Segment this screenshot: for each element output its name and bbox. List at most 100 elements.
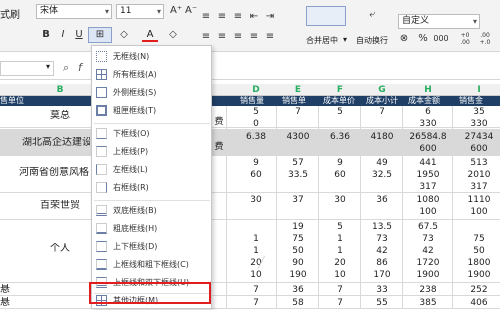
justify-icon[interactable]: ≡: [248, 30, 260, 44]
cell[interactable]: 4300: [283, 131, 313, 143]
cell[interactable]: 5 1 1 20 10: [325, 221, 355, 281]
cell[interactable]: 30: [325, 194, 355, 206]
search-icon[interactable]: ⌕: [63, 61, 69, 75]
header-cell[interactable]: 销售金: [459, 96, 500, 106]
customer-name[interactable]: 百荣世贸: [30, 200, 90, 212]
align-right-icon[interactable]: ≡: [232, 30, 244, 44]
wrap-text-button[interactable]: 自动换行: [356, 35, 388, 46]
cell[interactable]: 37: [283, 194, 313, 206]
customer-name[interactable]: 个人: [30, 243, 90, 255]
grow-font-button[interactable]: A⁺: [170, 4, 182, 18]
cell[interactable]: 1110 100: [460, 194, 498, 218]
menu-item-outside-borders[interactable]: 外侧框线(S): [92, 84, 212, 102]
cell[interactable]: 6.36: [325, 131, 355, 143]
cell[interactable]: 7: [325, 297, 355, 309]
format-painter-label[interactable]: 式刷: [0, 6, 20, 21]
align-left-icon[interactable]: ≡: [200, 30, 212, 44]
menu-item-top-bottom-border[interactable]: 上下框线(D): [92, 238, 212, 256]
customer-name[interactable]: 悬: [0, 284, 14, 296]
cell[interactable]: 33: [367, 284, 397, 296]
cell[interactable]: 5 0: [241, 106, 271, 130]
menu-item-top-thick-bottom-border[interactable]: 上框线和粗下框线(C): [92, 256, 212, 274]
customer-name[interactable]: 河南省创意风格: [18, 167, 90, 179]
menu-item-thick-box-border[interactable]: 粗匣框线(T): [92, 102, 212, 120]
cell-extra[interactable]: 费: [212, 141, 226, 153]
menu-item-all-borders[interactable]: 所有框线(A): [92, 66, 212, 84]
cell[interactable]: 26584.8 600: [409, 131, 447, 155]
customer-name[interactable]: 湖北高企达建设: [22, 137, 90, 149]
header-cell[interactable]: 销售单: [282, 96, 322, 106]
align-middle-icon[interactable]: ≡: [216, 10, 228, 24]
shrink-font-button[interactable]: A⁻: [185, 4, 197, 18]
bold-button[interactable]: B: [40, 28, 52, 42]
column-letter[interactable]: B: [30, 84, 90, 96]
indent-increase-icon[interactable]: ⇥: [264, 10, 276, 24]
wrap-text-icon[interactable]: ⤶: [362, 8, 382, 22]
align-center-icon[interactable]: ≡: [216, 30, 228, 44]
cell[interactable]: 7: [241, 284, 271, 296]
cell[interactable]: 36: [367, 194, 397, 206]
clear-format-button[interactable]: ◇: [165, 28, 181, 42]
thousands-button[interactable]: 000: [432, 32, 450, 46]
header-cell[interactable]: 成本金额: [408, 96, 458, 106]
cell[interactable]: 13.5 73 42 86 170: [367, 221, 397, 281]
cell[interactable]: 75 50 1800 1900: [460, 221, 498, 281]
cell[interactable]: 252: [460, 284, 498, 296]
cell[interactable]: 57 33.5: [283, 157, 313, 181]
cell[interactable]: 1080 100: [409, 194, 447, 218]
merge-dropdown-icon[interactable]: ▾: [343, 35, 347, 44]
cell[interactable]: 7: [325, 284, 355, 296]
distributed-icon[interactable]: ≡: [264, 30, 276, 44]
increase-decimal-button[interactable]: +0 .00: [458, 32, 472, 46]
cell[interactable]: 385: [409, 297, 447, 309]
name-box[interactable]: ▾: [0, 61, 54, 76]
underline-button[interactable]: U: [73, 28, 85, 42]
cell[interactable]: 7: [241, 297, 271, 309]
currency-icon[interactable]: ⊗: [398, 32, 410, 46]
cell[interactable]: 6 330: [409, 106, 447, 130]
column-letter[interactable]: I: [460, 84, 498, 96]
column-letter[interactable]: G: [367, 84, 397, 96]
column-letter[interactable]: E: [283, 84, 313, 96]
borders-button[interactable]: ⊞: [88, 27, 112, 43]
header-cell[interactable]: 售单位: [0, 96, 40, 106]
cell[interactable]: 27434 600: [460, 131, 498, 155]
cell[interactable]: 7: [283, 106, 313, 118]
cell[interactable]: 49 32.5: [367, 157, 397, 181]
cell[interactable]: 441 1950 317: [409, 157, 447, 193]
column-letter[interactable]: F: [325, 84, 355, 96]
cell[interactable]: 7: [367, 106, 397, 118]
cell[interactable]: 406: [460, 297, 498, 309]
align-bottom-icon[interactable]: ≡: [232, 10, 244, 24]
merge-center-button[interactable]: 合并居中: [306, 35, 338, 46]
merge-icon[interactable]: [306, 6, 346, 26]
font-size-select[interactable]: 11: [116, 4, 164, 19]
cell[interactable]: 19 75 50 90 190: [283, 221, 313, 281]
cell[interactable]: 58: [283, 297, 313, 309]
cell[interactable]: 36: [283, 284, 313, 296]
cell[interactable]: 35 330: [460, 106, 498, 130]
customer-name[interactable]: 莫总: [30, 110, 90, 122]
italic-button[interactable]: I: [57, 28, 69, 42]
cell[interactable]: 6.38: [241, 131, 271, 143]
menu-item-bottom-double-border[interactable]: 双底框线(B): [92, 202, 212, 220]
number-format-select[interactable]: 自定义: [398, 14, 480, 29]
column-letter[interactable]: D: [241, 84, 271, 96]
percent-button[interactable]: %: [416, 32, 430, 46]
column-letter[interactable]: H: [409, 84, 447, 96]
cell[interactable]: 5: [325, 106, 355, 118]
cell[interactable]: 1 1 20 10: [241, 221, 271, 281]
font-name-select[interactable]: 宋体: [36, 4, 112, 19]
menu-item-right-border[interactable]: 右框线(R): [92, 179, 212, 197]
header-cell[interactable]: 成本小计: [366, 96, 408, 106]
cell[interactable]: 238: [409, 284, 447, 296]
fill-color-button[interactable]: ◇: [115, 28, 133, 42]
menu-item-thick-bottom-border[interactable]: 粗底框线(H): [92, 220, 212, 238]
cell[interactable]: 9 60: [241, 157, 271, 181]
cell-extra[interactable]: 费: [212, 116, 226, 128]
align-top-icon[interactable]: ≡: [200, 10, 212, 24]
cell[interactable]: 67.5 73 42 1720 1900: [409, 221, 447, 281]
cell[interactable]: 513 2010 317: [460, 157, 498, 193]
cell[interactable]: 30: [241, 194, 271, 206]
decrease-decimal-button[interactable]: .00 +.0: [478, 32, 492, 46]
